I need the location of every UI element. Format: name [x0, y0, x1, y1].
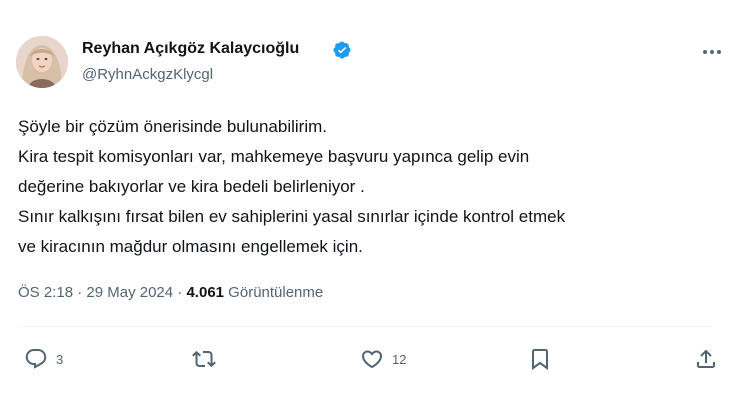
action-bar: 3 12 — [0, 340, 730, 380]
author-handle[interactable]: @RyhnAckgzKlycgl — [82, 66, 213, 83]
share-button[interactable] — [694, 344, 718, 374]
tweet-text-line: Sınır kalkışını fırsat bilen ev sahipler… — [18, 207, 566, 226]
reply-icon — [25, 349, 47, 369]
tweet-card: Reyhan Açıkgöz Kalaycıoğlu @RyhnAckgzKly… — [0, 0, 730, 420]
bookmark-icon — [532, 349, 548, 370]
views-label: Görüntülenme — [224, 284, 324, 301]
meta-separator: · — [73, 284, 87, 301]
more-options-icon[interactable] — [701, 44, 723, 60]
avatar-image — [16, 36, 68, 88]
tweet-meta: ÖS 2:18 · 29 May 2024 · 4.061 Görüntülen… — [18, 284, 323, 301]
like-count: 12 — [392, 351, 407, 367]
tweet-text: Şöyle bir çözüm önerisinde bulunabilirim… — [18, 112, 718, 262]
retweet-button[interactable] — [192, 344, 224, 374]
like-button[interactable]: 12 — [360, 344, 406, 374]
retweet-icon — [192, 350, 216, 368]
share-icon — [697, 349, 715, 368]
tweet-text-line: Şöyle bir çözüm önerisinde bulunabilirim… — [18, 117, 327, 136]
author-display-name[interactable]: Reyhan Açıkgöz Kalaycıoğlu — [82, 40, 299, 58]
tweet-date[interactable]: 29 May 2024 — [86, 284, 173, 301]
heart-icon — [361, 350, 383, 369]
reply-button[interactable]: 3 — [24, 344, 63, 374]
tweet-text-line: Kira tespit komisyonları var, mahkemeye … — [18, 147, 530, 166]
avatar[interactable] — [16, 36, 68, 88]
tweet-time[interactable]: ÖS 2:18 — [18, 284, 73, 301]
reply-count: 3 — [56, 351, 64, 367]
tweet-text-line: ve kiracının mağdur olmasını engellemek … — [18, 237, 363, 256]
meta-separator: · — [173, 284, 187, 301]
verified-badge-icon[interactable] — [332, 40, 352, 60]
divider — [18, 326, 712, 327]
tweet-text-line: değerine bakıyorlar ve kira bedeli belir… — [18, 177, 365, 196]
bookmark-button[interactable] — [528, 344, 552, 374]
views-count: 4.061 — [186, 284, 225, 301]
